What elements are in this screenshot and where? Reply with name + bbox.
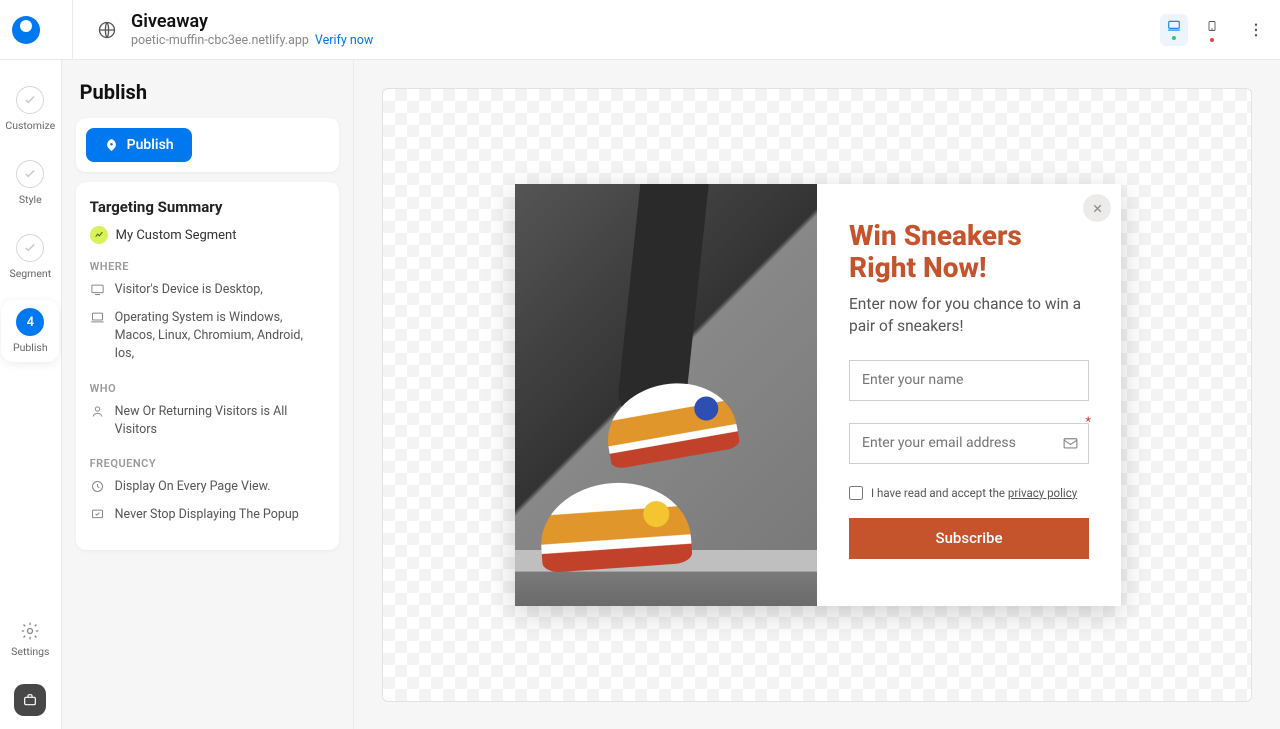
toolbox-button[interactable] bbox=[14, 684, 46, 716]
more-menu-button[interactable] bbox=[1244, 18, 1268, 42]
domain-text: poetic-muffin-cbc3ee.netlify.app bbox=[131, 33, 309, 48]
consent-text: I have read and accept the privacy polic… bbox=[871, 486, 1077, 500]
nav-step-label: Customize bbox=[5, 119, 55, 132]
rule-row: Operating System is Windows, Macos, Linu… bbox=[90, 309, 325, 363]
popup-headline: Win Sneakers Right Now! bbox=[849, 220, 1089, 284]
nav-step-label: Segment bbox=[9, 267, 51, 280]
close-button[interactable] bbox=[1083, 194, 1111, 222]
desktop-preview-button[interactable] bbox=[1160, 14, 1188, 46]
nav-step-customize[interactable]: Customize bbox=[1, 78, 59, 140]
rule-text: Operating System is Windows, Macos, Linu… bbox=[115, 309, 325, 363]
summary-title: Targeting Summary bbox=[90, 198, 325, 216]
user-icon bbox=[90, 404, 105, 419]
device-toggle bbox=[1160, 14, 1226, 46]
rocket-icon bbox=[104, 138, 119, 153]
subscribe-button[interactable]: Subscribe bbox=[849, 518, 1089, 559]
nav-step-label: Publish bbox=[13, 341, 48, 354]
step-number: 4 bbox=[16, 308, 44, 336]
segment-name: My Custom Segment bbox=[116, 228, 237, 243]
rule-text: Never Stop Displaying The Popup bbox=[115, 506, 299, 524]
nav-step-label: Style bbox=[19, 193, 42, 206]
publish-button[interactable]: Publish bbox=[86, 128, 192, 162]
nav-step-style[interactable]: Style bbox=[1, 152, 59, 214]
globe-icon bbox=[97, 20, 117, 40]
required-indicator: * bbox=[1085, 415, 1091, 430]
rule-text: Display On Every Page View. bbox=[115, 478, 271, 496]
close-icon bbox=[1091, 202, 1104, 215]
publish-button-label: Publish bbox=[127, 137, 174, 153]
rule-text: New Or Returning Visitors is All Visitor… bbox=[115, 403, 325, 439]
preview-canvas[interactable]: Win Sneakers Right Now! Enter now for yo… bbox=[382, 88, 1252, 702]
popup-image bbox=[515, 184, 817, 606]
nav-rail: Customize Style Segment 4 Publish Settin… bbox=[0, 60, 62, 729]
name-input[interactable] bbox=[849, 360, 1089, 401]
email-input[interactable] bbox=[849, 423, 1089, 464]
laptop-icon bbox=[90, 310, 105, 325]
side-panel: Publish Publish Targeting Summary My Cus… bbox=[62, 60, 354, 729]
header: Giveaway poetic-muffin-cbc3ee.netlify.ap… bbox=[0, 0, 1280, 60]
nav-step-publish[interactable]: 4 Publish bbox=[1, 300, 59, 362]
consent-checkbox[interactable] bbox=[849, 486, 863, 500]
clock-icon bbox=[90, 479, 105, 494]
popup-subtext: Enter now for you chance to win a pair o… bbox=[849, 294, 1089, 337]
rule-text: Visitor's Device is Desktop, bbox=[115, 281, 263, 299]
canvas-area: Win Sneakers Right Now! Enter now for yo… bbox=[354, 60, 1280, 729]
nav-step-segment[interactable]: Segment bbox=[1, 226, 59, 288]
verify-link[interactable]: Verify now bbox=[315, 33, 373, 48]
targeting-summary-card: Targeting Summary My Custom Segment WHER… bbox=[76, 182, 339, 550]
gear-icon bbox=[20, 621, 40, 641]
desktop-icon bbox=[90, 282, 105, 297]
mail-icon bbox=[1062, 435, 1079, 452]
popup-preview: Win Sneakers Right Now! Enter now for yo… bbox=[515, 184, 1121, 606]
mobile-preview-button[interactable] bbox=[1198, 14, 1226, 46]
settings-button[interactable]: Settings bbox=[11, 621, 49, 658]
who-section-label: WHO bbox=[90, 382, 325, 395]
consent-row[interactable]: I have read and accept the privacy polic… bbox=[849, 486, 1089, 500]
rule-row: New Or Returning Visitors is All Visitor… bbox=[90, 403, 325, 439]
rule-row: Never Stop Displaying The Popup bbox=[90, 506, 325, 524]
briefcase-icon bbox=[22, 692, 38, 708]
display-icon bbox=[90, 507, 105, 522]
trend-icon bbox=[90, 226, 108, 244]
where-section-label: WHERE bbox=[90, 260, 325, 273]
page-title: Giveaway bbox=[131, 11, 1160, 33]
privacy-link[interactable]: privacy policy bbox=[1008, 486, 1077, 500]
settings-label: Settings bbox=[11, 645, 49, 658]
divider bbox=[72, 0, 73, 60]
publish-card: Publish bbox=[76, 118, 339, 172]
frequency-section-label: FREQUENCY bbox=[90, 457, 325, 470]
panel-title: Publish bbox=[80, 80, 339, 104]
rule-row: Visitor's Device is Desktop, bbox=[90, 281, 325, 299]
app-logo[interactable] bbox=[12, 16, 40, 44]
rule-row: Display On Every Page View. bbox=[90, 478, 325, 496]
